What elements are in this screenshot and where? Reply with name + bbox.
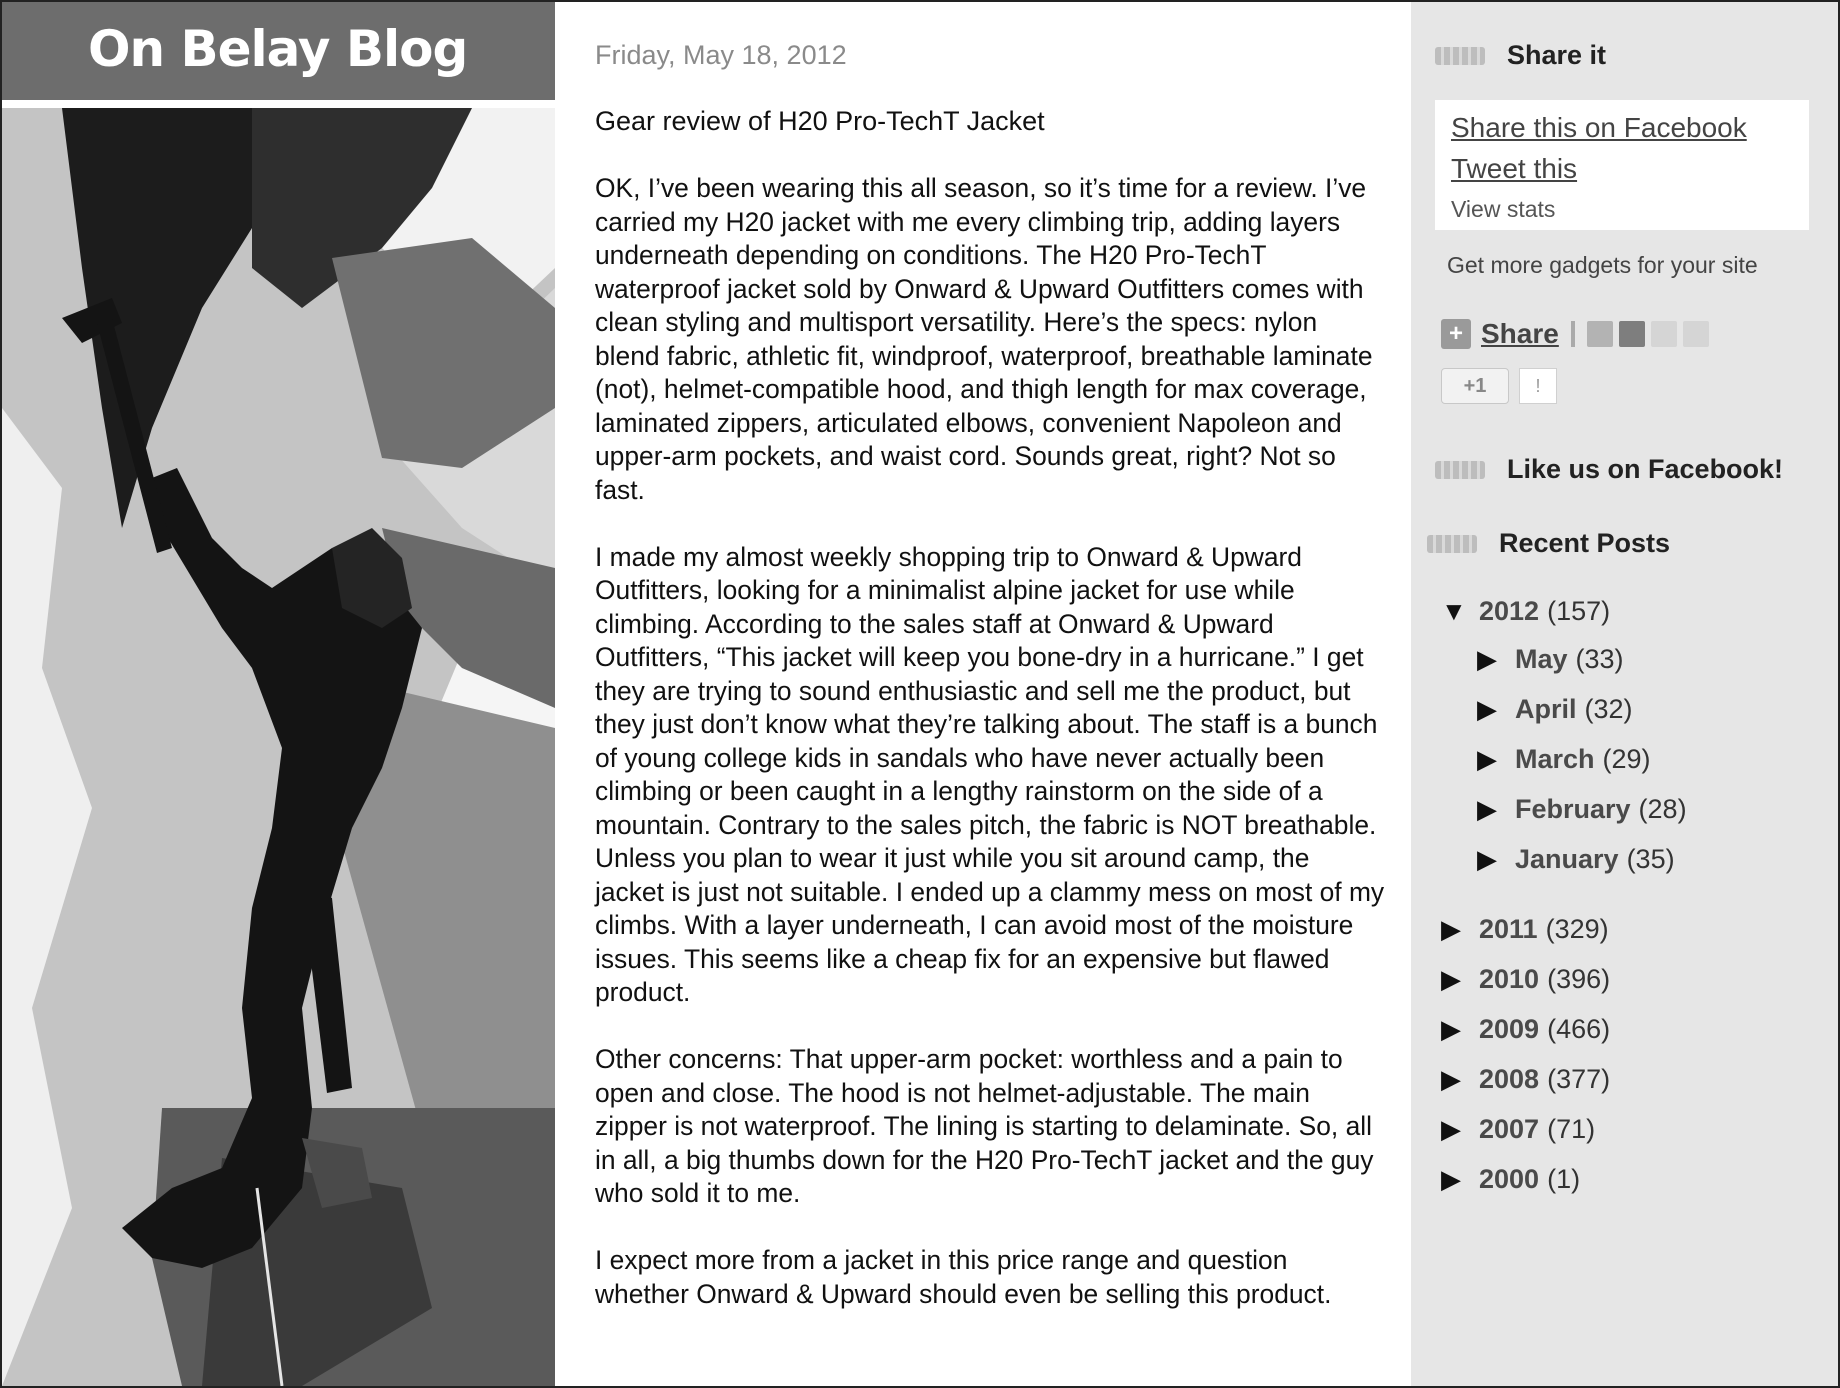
left-column: On Belay Blog — [2, 2, 555, 1386]
post-paragraph: Other concerns: That upper-arm pocket: w… — [595, 1044, 1374, 1208]
triangle-right-icon[interactable]: ▶ — [1441, 1064, 1479, 1095]
social-icon[interactable] — [1650, 321, 1677, 347]
share-it-label: Share it — [1507, 40, 1607, 70]
like-us-heading: Like us on Facebook! — [1435, 454, 1783, 485]
plus-one-count: ! — [1519, 368, 1557, 404]
archive-month-label[interactable]: February — [1515, 794, 1631, 825]
sidebar: Share it Share this on Facebook Tweet th… — [1411, 2, 1838, 1386]
post-paragraph: I made my almost weekly shopping trip to… — [595, 541, 1385, 1008]
blurred-gadget-icon — [1435, 46, 1485, 65]
separator — [1570, 321, 1575, 347]
archive-year-2012[interactable]: ▼ 2012 (157) — [1441, 596, 1610, 627]
archive-year-2000[interactable]: ▶ 2000 (1) — [1441, 1164, 1580, 1195]
climber-photo — [2, 108, 555, 1386]
social-icon[interactable] — [1586, 321, 1613, 347]
archive-month-march[interactable]: ▶ March (29) — [1477, 744, 1651, 775]
post-title[interactable]: Gear review of H20 Pro-TechT Jacket — [595, 106, 1045, 137]
triangle-right-icon[interactable]: ▶ — [1477, 644, 1515, 675]
post-paragraph: I expect more from a jacket in this pric… — [595, 1245, 1332, 1309]
archive-count: (1) — [1547, 1164, 1581, 1194]
archive-year-label[interactable]: 2012 — [1479, 596, 1539, 627]
archive-year-2009[interactable]: ▶ 2009 (466) — [1441, 1014, 1610, 1045]
archive-month-label[interactable]: April — [1515, 694, 1577, 725]
triangle-right-icon[interactable]: ▶ — [1441, 1114, 1479, 1145]
archive-year-label[interactable]: 2007 — [1479, 1114, 1539, 1145]
tweet-this-link[interactable]: Tweet this — [1451, 153, 1577, 185]
archive-count: (29) — [1602, 744, 1651, 774]
archive-year-2007[interactable]: ▶ 2007 (71) — [1441, 1114, 1595, 1145]
archive-year-label[interactable]: 2008 — [1479, 1064, 1539, 1095]
archive-month-label[interactable]: May — [1515, 644, 1568, 675]
archive-month-april[interactable]: ▶ April (32) — [1477, 694, 1633, 725]
header-divider — [2, 100, 555, 108]
triangle-down-icon[interactable]: ▼ — [1441, 596, 1479, 627]
archive-count: (396) — [1547, 964, 1611, 994]
blog-header: On Belay Blog — [2, 2, 555, 100]
share-box: Share this on Facebook Tweet this View s… — [1435, 100, 1809, 230]
archive-month-january[interactable]: ▶ January (35) — [1477, 844, 1675, 875]
plus-one-row: +1 ! — [1441, 368, 1557, 404]
post-column: Friday, May 18, 2012 Gear review of H20 … — [555, 2, 1411, 1386]
blog-title[interactable]: On Belay Blog — [88, 20, 468, 78]
archive-year-label[interactable]: 2011 — [1479, 914, 1538, 945]
share-toolbar: + Share — [1441, 318, 1715, 350]
post-date: Friday, May 18, 2012 — [595, 40, 847, 70]
triangle-right-icon[interactable]: ▶ — [1477, 844, 1515, 875]
archive-month-label[interactable]: March — [1515, 744, 1595, 775]
archive-count: (33) — [1575, 644, 1624, 674]
post-paragraph: OK, I’ve been wearing this all season, s… — [595, 173, 1373, 505]
email-icon[interactable] — [1682, 321, 1709, 347]
archive-year-label[interactable]: 2000 — [1479, 1164, 1539, 1195]
share-button[interactable]: Share — [1481, 318, 1559, 350]
triangle-right-icon[interactable]: ▶ — [1441, 914, 1479, 945]
triangle-right-icon[interactable]: ▶ — [1477, 694, 1515, 725]
view-stats-link[interactable]: View stats — [1451, 196, 1555, 223]
archive-year-label[interactable]: 2009 — [1479, 1014, 1539, 1045]
post-body: OK, I’ve been wearing this all season, s… — [595, 172, 1385, 1345]
blurred-gadget-icon — [1427, 534, 1477, 553]
archive-month-label[interactable]: January — [1515, 844, 1619, 875]
archive-count: (377) — [1547, 1064, 1611, 1094]
archive-count: (157) — [1547, 596, 1611, 626]
archive-count: (35) — [1626, 844, 1675, 874]
triangle-right-icon[interactable]: ▶ — [1441, 1164, 1479, 1195]
triangle-right-icon[interactable]: ▶ — [1441, 1014, 1479, 1045]
triangle-right-icon[interactable]: ▶ — [1477, 794, 1515, 825]
plus-one-button[interactable]: +1 — [1441, 368, 1509, 404]
share-on-facebook-link[interactable]: Share this on Facebook — [1451, 112, 1747, 144]
archive-count: (28) — [1638, 794, 1687, 824]
recent-posts-heading: Recent Posts — [1427, 528, 1670, 559]
archive-year-2011[interactable]: ▶ 2011 (329) — [1441, 914, 1609, 945]
archive-count: (71) — [1547, 1114, 1596, 1144]
facebook-icon[interactable] — [1618, 321, 1645, 347]
archive-count: (329) — [1545, 914, 1609, 944]
blog-page: On Belay Blog Friday, May 18, 2012 Gear … — [0, 0, 1840, 1388]
more-gadgets-link[interactable]: Get more gadgets for your site — [1447, 252, 1758, 279]
archive-year-2008[interactable]: ▶ 2008 (377) — [1441, 1064, 1610, 1095]
triangle-right-icon[interactable]: ▶ — [1441, 964, 1479, 995]
archive-count: (466) — [1547, 1014, 1611, 1044]
archive-year-label[interactable]: 2010 — [1479, 964, 1539, 995]
share-it-heading: Share it — [1435, 40, 1606, 71]
archive-month-february[interactable]: ▶ February (28) — [1477, 794, 1687, 825]
archive-year-2010[interactable]: ▶ 2010 (396) — [1441, 964, 1610, 995]
like-us-label[interactable]: Like us on Facebook! — [1507, 454, 1783, 485]
triangle-right-icon[interactable]: ▶ — [1477, 744, 1515, 775]
plus-icon[interactable]: + — [1441, 319, 1471, 349]
recent-posts-label: Recent Posts — [1499, 528, 1671, 558]
archive-count: (32) — [1584, 694, 1633, 724]
blurred-gadget-icon — [1435, 460, 1485, 479]
archive-month-may[interactable]: ▶ May (33) — [1477, 644, 1624, 675]
